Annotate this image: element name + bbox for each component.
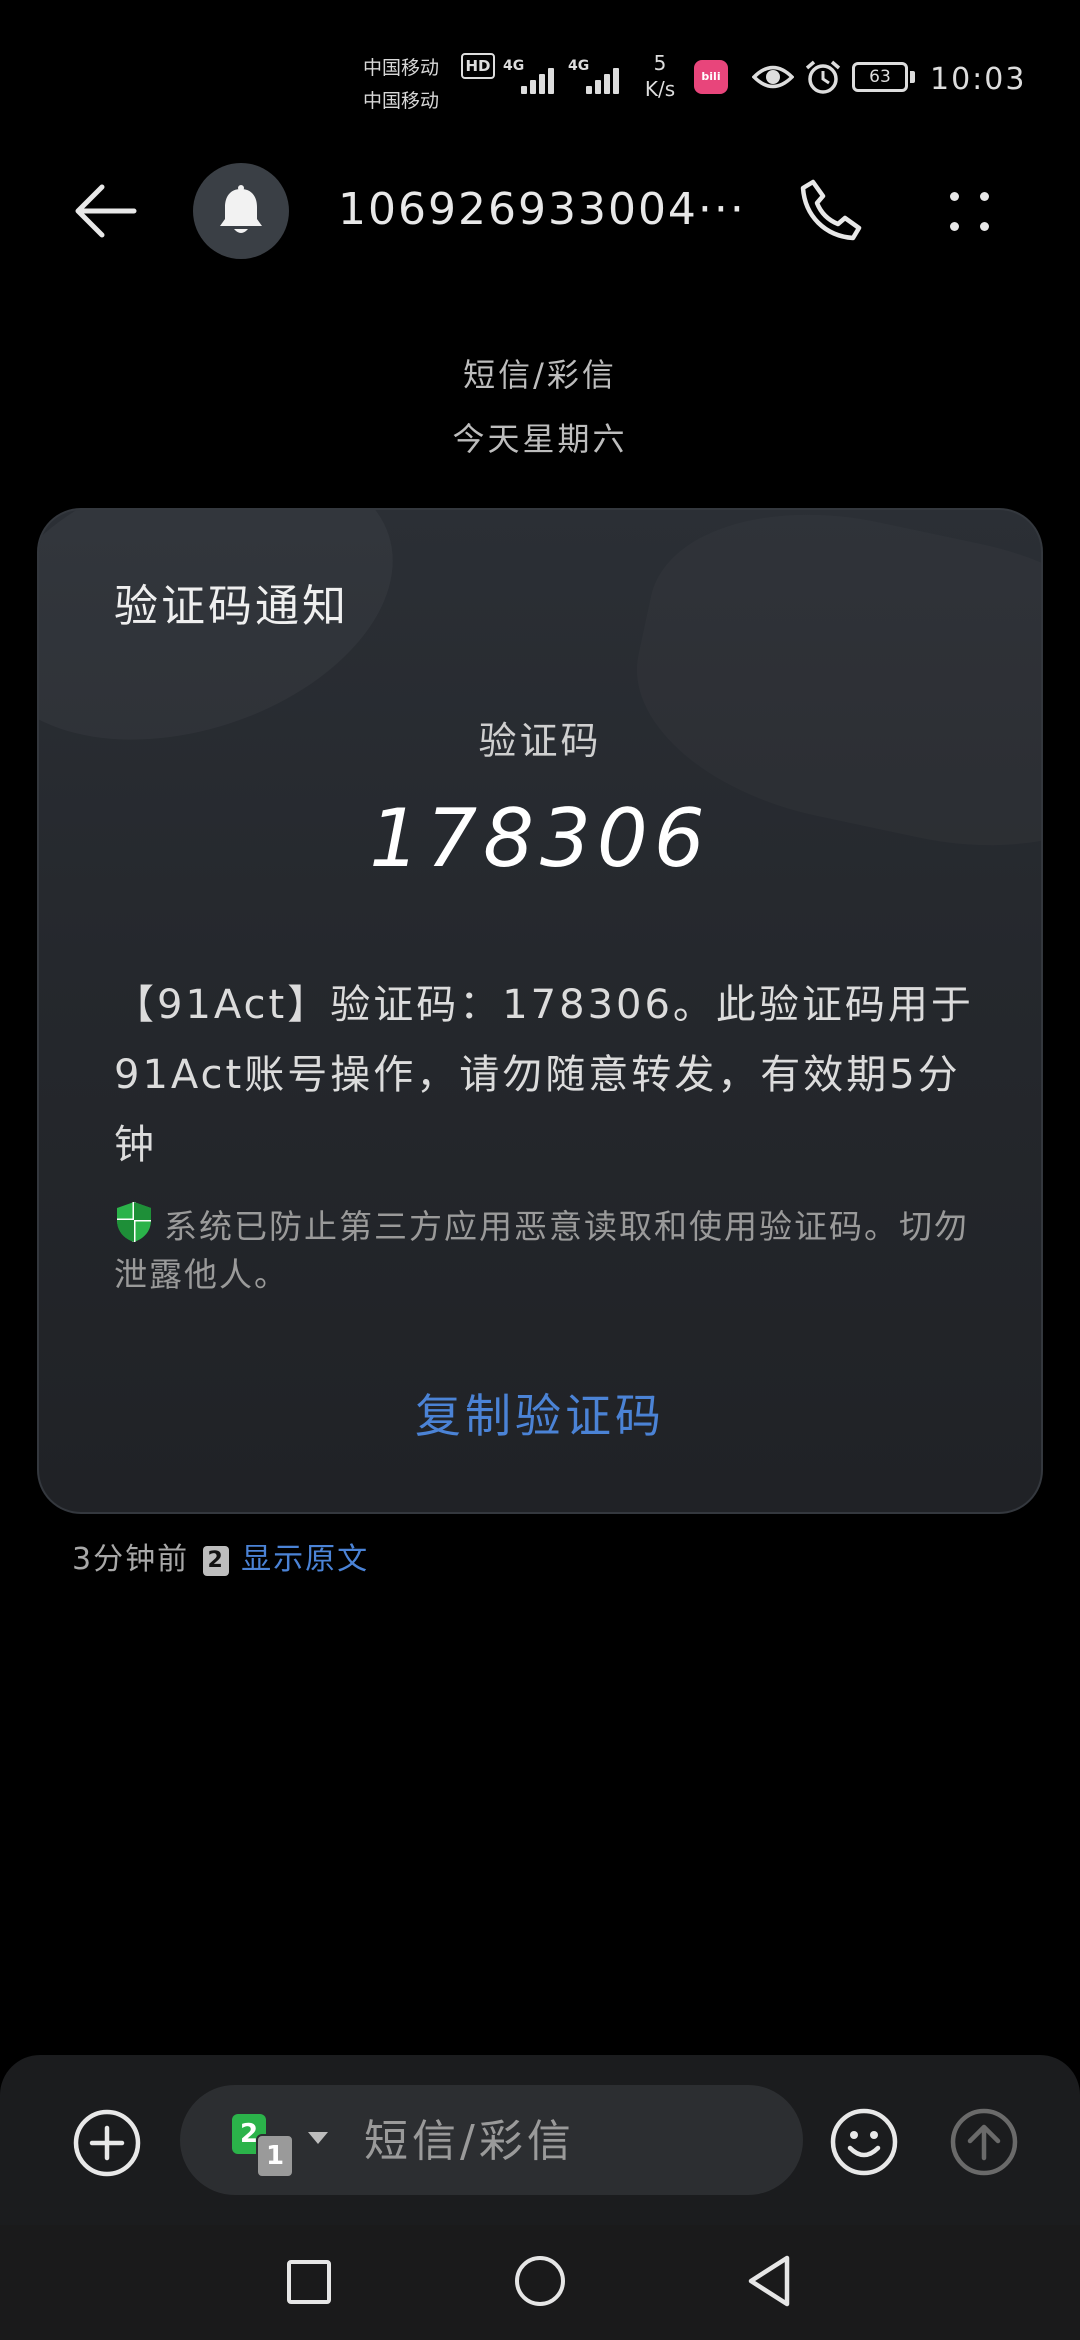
more-options-button[interactable] — [940, 176, 1000, 246]
security-notice: 系统已防止第三方应用恶意读取和使用验证码。切勿泄露他人。 — [114, 1200, 994, 1299]
signal-2-icon: 4G — [568, 56, 632, 96]
message-type-label: 短信/彩信 — [463, 356, 617, 394]
copy-code-button[interactable]: 复制验证码 — [39, 1380, 1041, 1446]
date-label: 今天星期六 — [452, 420, 628, 458]
dot — [980, 222, 989, 231]
battery-icon: 63 — [852, 62, 908, 92]
battery-tip — [910, 71, 915, 83]
sender-avatar[interactable] — [193, 163, 289, 259]
bilibili-icon: bili — [694, 60, 728, 94]
dot — [980, 192, 989, 201]
verification-code-card: 验证码通知 验证码 178306 【91Act】验证码：178306。此验证码用… — [37, 508, 1043, 1514]
chevron-down-icon — [308, 2132, 328, 2144]
message-meta: 3分钟前 2 显示原文 — [72, 1534, 369, 1577]
bell-icon — [220, 185, 262, 233]
time-ago: 3分钟前 — [72, 1542, 190, 1577]
verification-code[interactable]: 178306 — [39, 792, 1041, 885]
net-speed: 5 K/s — [644, 51, 676, 101]
eye-icon — [752, 65, 794, 89]
dot — [950, 222, 959, 231]
carrier-1: 中国移动 — [363, 57, 440, 79]
add-attachment-icon[interactable] — [72, 2108, 142, 2178]
code-label: 验证码 — [478, 719, 602, 763]
message-body: 【91Act】验证码：178306。此验证码用于91Act账号操作，请勿随意转发… — [114, 982, 974, 1168]
recent-apps-icon[interactable] — [287, 2260, 331, 2304]
sim-card-icon: 2 — [203, 1546, 230, 1576]
dot — [950, 192, 959, 201]
nav-back-icon[interactable] — [745, 2254, 793, 2308]
carrier-2: 中国移动 — [363, 90, 440, 112]
clock: 10:03 — [930, 62, 1027, 97]
hd-badge: HD — [461, 53, 495, 79]
messaging-screen: 中国移动 中国移动 HD 4G 4G 5 K/s bili 63 10:03 1… — [0, 0, 1080, 2340]
carrier-labels: 中国移动 中国移动 — [363, 52, 439, 118]
signal-1-icon: 4G — [503, 56, 567, 96]
shield-icon — [117, 1202, 151, 1242]
alarm-icon — [805, 60, 841, 94]
sender-number[interactable]: 106926933004··· — [338, 184, 758, 235]
send-icon[interactable] — [948, 2106, 1020, 2178]
card-title: 验证码通知 — [114, 581, 349, 632]
show-original-link[interactable]: 显示原文 — [241, 1542, 369, 1577]
security-notice-text: 系统已防止第三方应用恶意读取和使用验证码。切勿泄露他人。 — [114, 1207, 969, 1294]
emoji-icon[interactable] — [828, 2106, 900, 2178]
home-icon[interactable] — [515, 2256, 565, 2306]
status-bar: 中国移动 中国移动 HD 4G 4G 5 K/s bili 63 10:03 — [0, 0, 1080, 150]
sim-secondary-icon: 1 — [256, 2134, 294, 2178]
message-input[interactable] — [362, 2110, 766, 2172]
sim-switch-button[interactable]: 2 1 — [232, 2114, 328, 2178]
back-arrow-icon[interactable] — [70, 175, 142, 247]
phone-icon[interactable] — [795, 176, 865, 246]
